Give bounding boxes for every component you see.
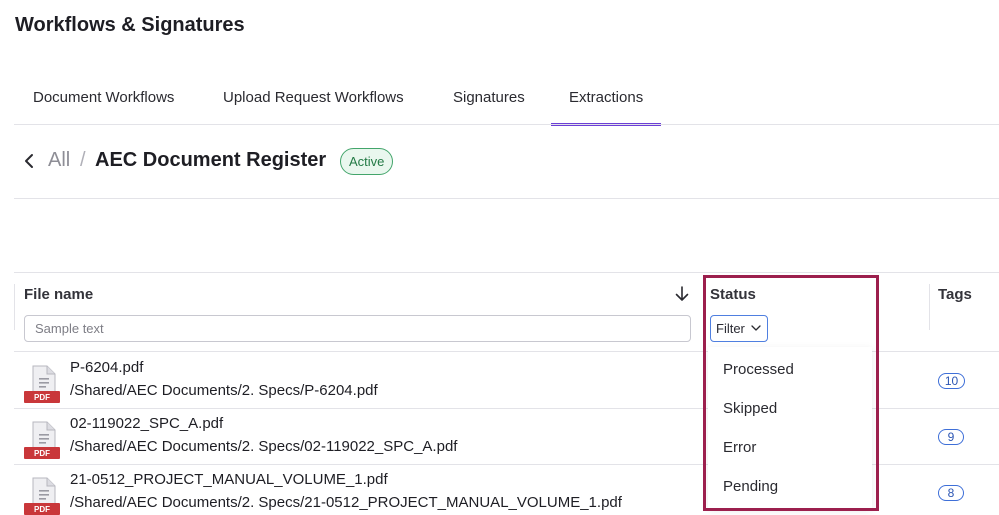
pdf-file-icon: PDF	[24, 477, 60, 515]
status-option-skipped[interactable]: Skipped	[723, 400, 777, 417]
status-option-pending[interactable]: Pending	[723, 478, 778, 495]
column-header-tags[interactable]: Tags	[938, 286, 972, 303]
tab-document-workflows[interactable]: Document Workflows	[33, 78, 174, 124]
arrow-down-icon[interactable]	[674, 286, 690, 302]
tag-count-pill[interactable]: 9	[938, 429, 964, 445]
column-header-status[interactable]: Status	[710, 286, 756, 303]
breadcrumb-current-title: AEC Document Register	[95, 149, 327, 171]
file-name[interactable]: 02-119022_SPC_A.pdf	[70, 415, 223, 432]
column-header-file-name[interactable]: File name	[24, 286, 93, 303]
file-name[interactable]: 21-0512_PROJECT_MANUAL_VOLUME_1.pdf	[70, 471, 388, 488]
status-filter-label: Filter	[716, 321, 745, 336]
status-badge: Active	[340, 148, 394, 175]
file-name[interactable]: P-6204.pdf	[70, 359, 143, 376]
status-filter-button[interactable]: Filter	[710, 315, 768, 342]
breadcrumb: All / AEC Document Register Active	[0, 145, 999, 179]
tag-count-pill[interactable]: 10	[938, 373, 965, 389]
file-path: /Shared/AEC Documents/2. Specs/02-119022…	[70, 438, 458, 455]
pdf-label: PDF	[34, 449, 50, 458]
section-divider	[14, 198, 999, 199]
file-path: /Shared/AEC Documents/2. Specs/P-6204.pd…	[70, 382, 378, 399]
status-filter-dropdown: Processed Skipped Error Pending	[708, 347, 872, 509]
page-title: Workflows & Signatures	[15, 14, 245, 36]
table-top-border	[14, 272, 999, 273]
column-separator	[14, 284, 15, 330]
chevron-down-icon	[751, 325, 761, 331]
file-name-search-input[interactable]	[24, 315, 691, 342]
tab-divider	[14, 124, 999, 125]
tag-count-pill[interactable]: 8	[938, 485, 964, 501]
tab-signatures[interactable]: Signatures	[453, 78, 525, 124]
tab-upload-request-workflows[interactable]: Upload Request Workflows	[223, 78, 404, 124]
status-option-error[interactable]: Error	[723, 439, 756, 456]
pdf-file-icon: PDF	[24, 421, 60, 459]
pdf-label: PDF	[34, 393, 50, 402]
breadcrumb-all-link[interactable]: All	[48, 149, 70, 172]
tab-bar: Document Workflows Upload Request Workfl…	[0, 78, 999, 126]
file-path: /Shared/AEC Documents/2. Specs/21-0512_P…	[70, 494, 622, 511]
pdf-file-icon: PDF	[24, 365, 60, 403]
breadcrumb-separator: /	[80, 149, 86, 171]
status-option-processed[interactable]: Processed	[723, 361, 794, 378]
column-separator	[929, 284, 930, 330]
chevron-left-icon[interactable]	[20, 151, 38, 171]
pdf-label: PDF	[34, 505, 50, 514]
tab-extractions[interactable]: Extractions	[550, 78, 662, 126]
